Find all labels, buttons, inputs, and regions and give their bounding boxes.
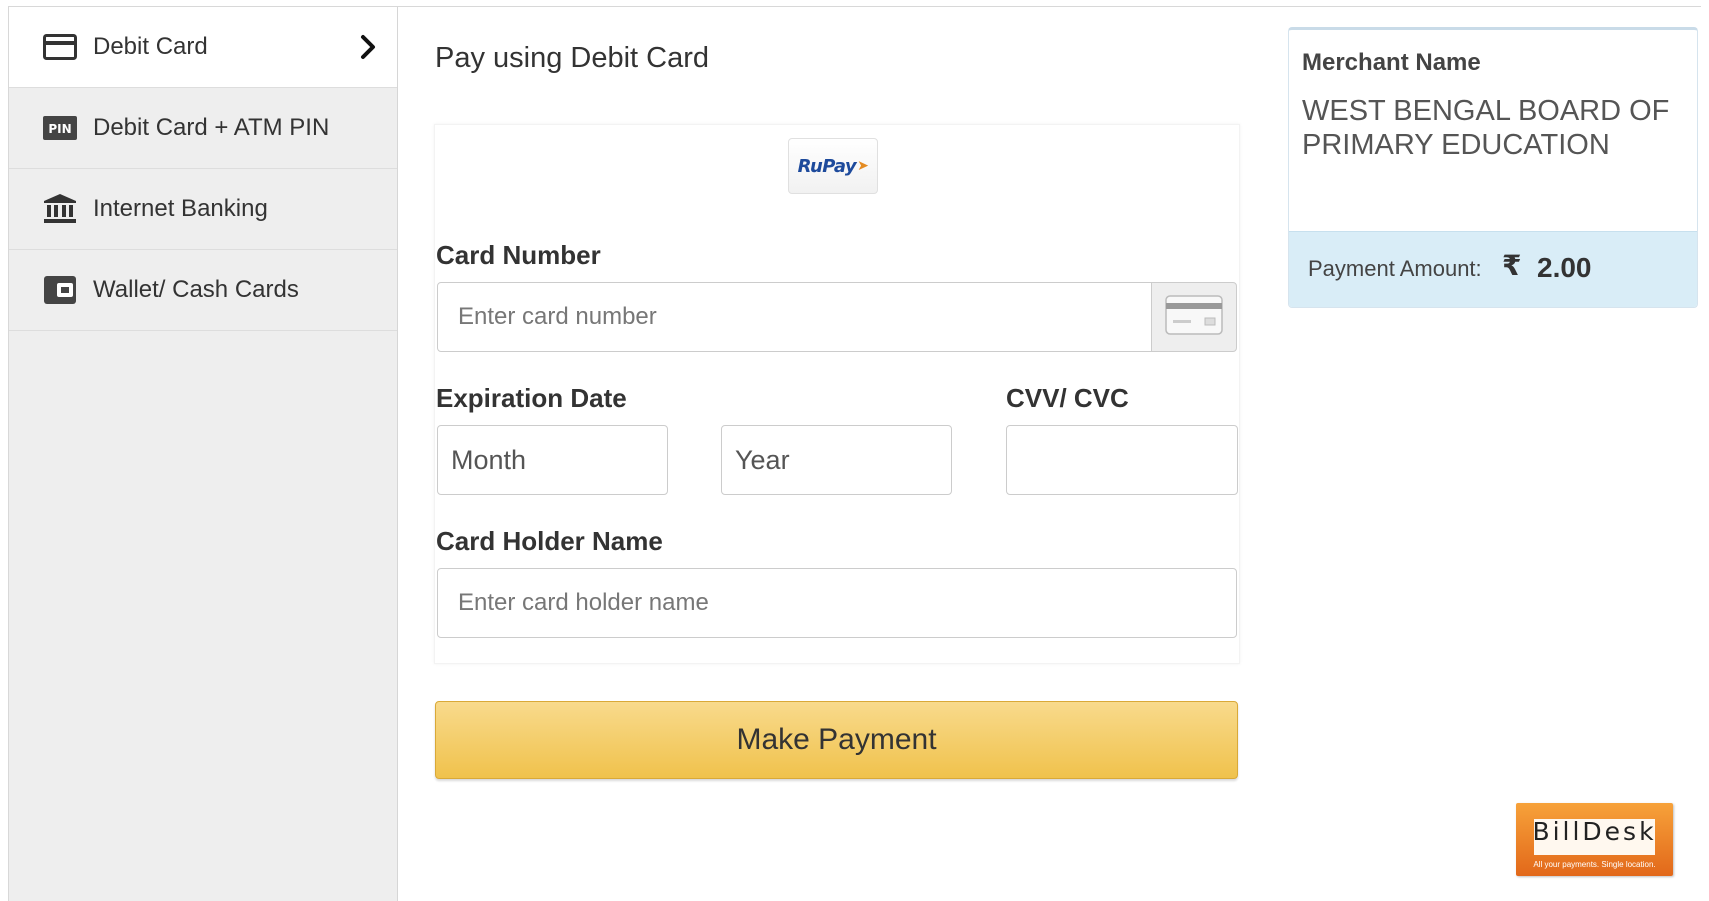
billdesk-tagline: All your payments. Single location. bbox=[1533, 860, 1656, 869]
rupay-logo-text: RuPay bbox=[797, 155, 857, 177]
billdesk-logo: BillDesk All your payments. Single locat… bbox=[1516, 803, 1673, 876]
cvv-label: CVV/ CVC bbox=[1006, 383, 1129, 413]
expiration-date-label: Expiration Date bbox=[436, 383, 627, 413]
expiration-year-select[interactable]: Year bbox=[721, 425, 952, 495]
card-number-label: Card Number bbox=[436, 240, 601, 270]
payment-amount-bar: Payment Amount: ₹ 2.00 bbox=[1289, 231, 1697, 307]
card-holder-name-label: Card Holder Name bbox=[436, 526, 663, 556]
merchant-info-box: Merchant Name WEST BENGAL BOARD OF PRIMA… bbox=[1288, 27, 1698, 308]
page-title: Pay using Debit Card bbox=[435, 42, 710, 74]
merchant-name-label: Merchant Name bbox=[1302, 49, 1481, 76]
card-number-input[interactable] bbox=[437, 282, 1153, 352]
sidebar-item-wallet-cash-cards[interactable]: Wallet/ Cash Cards bbox=[9, 250, 397, 331]
card-placeholder-icon bbox=[1165, 294, 1223, 341]
payment-amount-value: 2.00 bbox=[1537, 252, 1592, 283]
sidebar-item-debit-card-atm-pin[interactable]: PIN Debit Card + ATM PIN bbox=[9, 88, 397, 169]
sidebar-item-internet-banking[interactable]: Internet Banking bbox=[9, 169, 397, 250]
payment-method-sidebar: Debit Card PIN Debit Card + ATM PIN Inte… bbox=[9, 7, 398, 901]
credit-card-icon bbox=[42, 32, 78, 62]
make-payment-button[interactable]: Make Payment bbox=[435, 701, 1238, 779]
wallet-icon bbox=[42, 275, 78, 305]
pin-icon: PIN bbox=[42, 113, 78, 143]
cvv-input[interactable] bbox=[1006, 425, 1238, 495]
card-number-addon bbox=[1151, 282, 1237, 352]
payment-amount-label: Payment Amount: bbox=[1308, 256, 1482, 281]
card-holder-name-input[interactable] bbox=[437, 568, 1237, 638]
sidebar-item-label: Debit Card bbox=[93, 33, 208, 60]
sidebar-item-label: Internet Banking bbox=[93, 195, 268, 222]
rupee-icon: ₹ bbox=[1502, 249, 1522, 282]
sidebar-item-debit-card[interactable]: Debit Card bbox=[9, 7, 397, 88]
merchant-name-value: WEST BENGAL BOARD OF PRIMARY EDUCATION bbox=[1302, 95, 1670, 161]
bank-icon bbox=[42, 194, 78, 224]
sidebar-item-label: Debit Card + ATM PIN bbox=[93, 114, 330, 141]
chevron-right-icon bbox=[353, 32, 383, 62]
billdesk-logo-text: BillDesk bbox=[1532, 817, 1657, 846]
expiration-month-select[interactable]: Month bbox=[437, 425, 668, 495]
svg-text:PIN: PIN bbox=[48, 122, 71, 136]
sidebar-item-label: Wallet/ Cash Cards bbox=[93, 276, 299, 303]
rupay-arrow-icon: ➤ bbox=[857, 158, 869, 174]
rupay-logo: RuPay ➤ bbox=[788, 138, 878, 194]
